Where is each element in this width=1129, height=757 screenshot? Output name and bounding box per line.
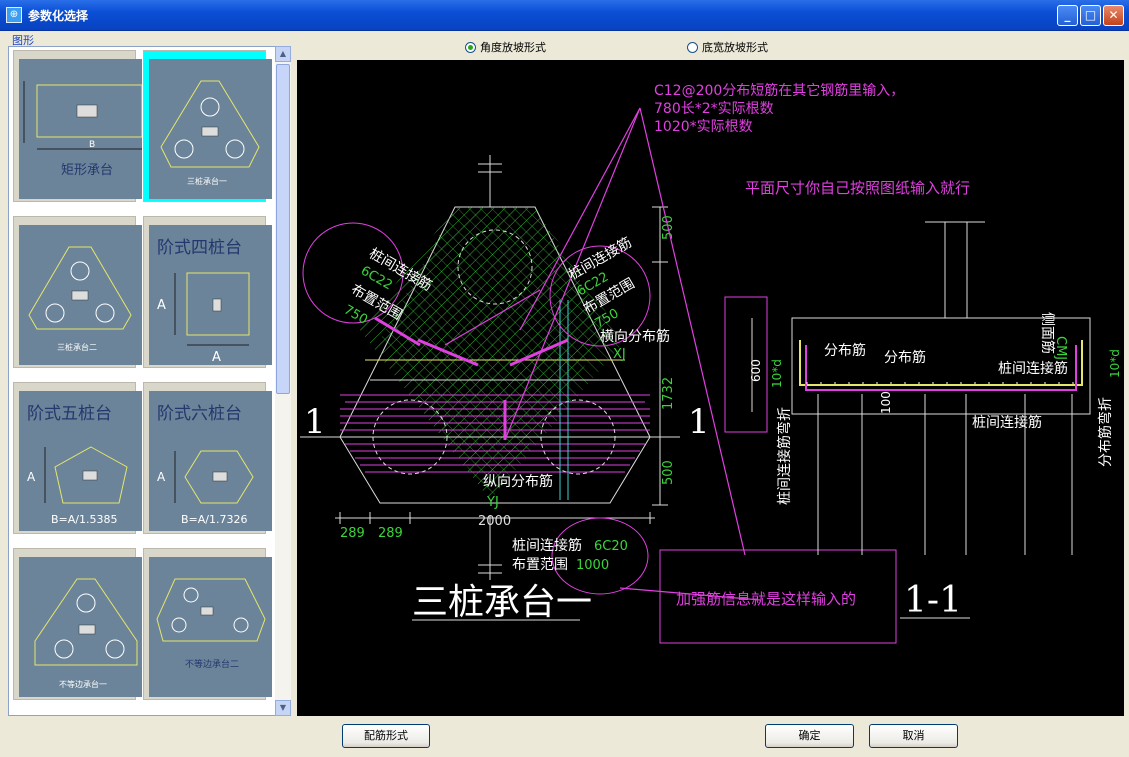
sec-dim-600: 600 [749,359,763,382]
thumb-label: 阶式四桩台 [157,238,242,258]
label-v-dist: 纵向分布筋 [483,473,553,490]
thumb-a2-label: A [212,350,221,365]
radio-width-label: 底宽放坡形式 [702,41,768,54]
scroll-thumb[interactable] [276,64,290,394]
thumb-label: 不等边承台一 [59,679,107,689]
dim-289-b: 289 [378,526,403,541]
thumb-a-label: A [157,470,166,484]
thumb-b-label: B [89,140,95,150]
dim-2000: 2000 [478,514,511,529]
sec-dim-100: 100 [879,391,893,414]
label-yj: YJ [486,495,499,510]
dim-1732: 1732 [661,377,676,410]
window-title: 参数化选择 [28,9,89,23]
radio-dot-icon[interactable] [687,41,698,53]
note-line-2: 780长*2*实际根数 [654,101,774,117]
dim-500-bottom: 500 [661,460,676,485]
rebar-form-button[interactable]: 配筋形式 [342,724,430,748]
thumb-label: 矩形承台 [61,163,113,178]
dim-289-a: 289 [340,526,365,541]
sec-label-10d-left: 10*d [770,359,784,388]
sec-label-tie-1: 桩间连接筋 [998,360,1068,377]
radio-angle[interactable]: 角度放坡形式 [465,39,546,55]
sec-label-dist-1: 分布筋 [824,342,866,359]
shape-list: B 矩形承台 三桩承台一 三桩承台二 阶式四桩台 A A 阶式五桩台 A B=A… [8,46,276,716]
thumb-three-pile-1[interactable]: 三桩承台一 [143,50,272,202]
thumb-label: 不等边承台二 [185,658,239,670]
thumb-label: 阶式六桩台 [157,404,242,424]
label-h-dist: 横向分布筋 [600,328,670,345]
maximize-icon[interactable]: □ [1080,5,1101,26]
label-bottom-range: 布置范围 [512,556,568,573]
thumb-rect-cap[interactable]: B 矩形承台 [13,50,142,202]
label-bottom-range-value: 1000 [576,558,609,573]
sec-label-tie-bend: 桩间连接筋弯折 [776,407,793,505]
app-icon: ⊕ [6,7,22,23]
note-line-1: C12@200分布短筋在其它钢筋里输入， [654,82,904,99]
section-mark-right: 1 [688,402,710,442]
thumb-stepped-6[interactable]: 阶式六桩台 A B=A/1.7326 [143,382,272,534]
thumb-b-label: B=A/1.7326 [181,513,247,526]
section-title: 1-1 [904,580,962,621]
title-bar: ⊕ 参数化选择 _ □ ✕ [0,0,1129,31]
thumb-b-label: B=A/1.5385 [51,513,117,526]
radio-angle-label: 角度放坡形式 [480,41,546,54]
sec-label-cmj: CMJ [1053,336,1068,360]
sec-label-10d-right: 10*d [1108,349,1122,378]
ok-button[interactable]: 确定 [765,724,854,748]
thumb-label: 三桩承台一 [187,176,227,186]
radio-dot-icon[interactable] [465,41,476,53]
thumb-stepped-5[interactable]: 阶式五桩台 A B=A/1.5385 [13,382,142,534]
sec-label-tie-2: 桩间连接筋 [972,414,1042,431]
note-line-3: 1020*实际根数 [654,119,753,135]
thumb-three-pile-2[interactable]: 三桩承台二 [13,216,142,368]
thumb-label: 三桩承台二 [57,342,97,352]
thumb-a-label: A [27,470,36,484]
plan-title: 三桩承台一 [412,582,592,623]
shape-list-scrollbar[interactable]: ▲ ▼ [275,46,291,716]
radio-width[interactable]: 底宽放坡形式 [687,39,768,55]
drawing-canvas: 500 1732 500 289 289 2000 1 1 C12@200分布短… [297,60,1124,716]
callout-text: 加强筋信息就是这样输入的 [676,590,856,608]
close-icon[interactable]: ✕ [1103,5,1124,26]
thumb-stepped-4[interactable]: 阶式四桩台 A A [143,216,272,368]
section-mark-left: 1 [304,402,326,442]
thumb-label: 阶式五桩台 [27,404,112,424]
note-plan-size: 平面尺寸你自己按照图纸输入就行 [745,179,970,197]
scroll-down-icon[interactable]: ▼ [275,700,291,716]
thumb-unequal-1[interactable]: 不等边承台一 [13,548,142,700]
label-bottom-tie-value: 6C20 [594,539,628,554]
sec-label-dist-bend: 分布筋弯折 [1097,397,1114,467]
label-bottom-tie: 桩间连接筋 [512,537,582,554]
shape-panel: 图形 B 矩形承台 三桩承台一 三桩承台二 阶式四桩台 A A 阶式五桩台 A … [4,32,293,716]
minimize-icon[interactable]: _ [1057,5,1078,26]
thumb-a-label: A [157,298,166,313]
label-xj: XJ [613,347,626,362]
slope-options: 角度放坡形式 底宽放坡形式 [295,32,1125,58]
bottom-bar: 配筋形式 确定 取消 [0,718,1129,757]
cancel-button[interactable]: 取消 [869,724,958,748]
scroll-up-icon[interactable]: ▲ [275,46,291,62]
sec-label-dist-2: 分布筋 [884,349,926,366]
thumb-unequal-2[interactable]: 不等边承台二 [143,548,272,700]
